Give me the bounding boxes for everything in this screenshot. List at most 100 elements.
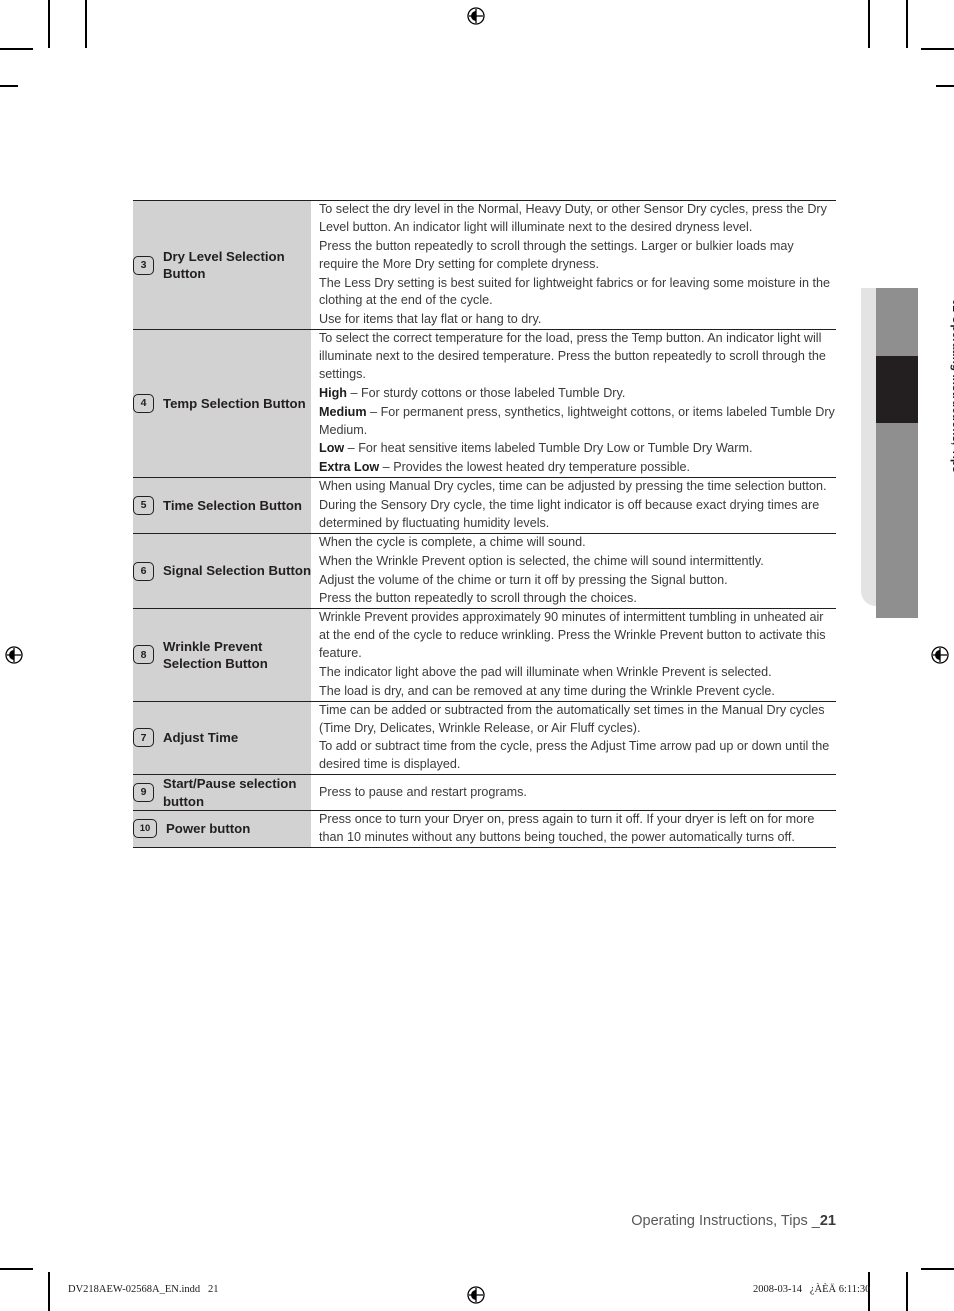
chapter-tab-active-marker xyxy=(876,356,918,423)
button-description-cell: Press once to turn your Dryer on, press … xyxy=(319,810,836,848)
callout-number-badge: 10 xyxy=(133,819,157,839)
callout-number-badge: 5 xyxy=(133,495,154,515)
table-row: 10 Power button Press once to turn your Dr… xyxy=(133,810,836,848)
column-gutter xyxy=(311,329,319,478)
description-paragraph: Low – For heat sensitive items labeled T… xyxy=(319,440,836,458)
button-label-cell: 8 Wrinkle Prevent Selection Button xyxy=(133,608,311,702)
button-label-cell: 7 Adjust Time xyxy=(133,701,311,775)
description-text: – Provides the lowest heated dry tempera… xyxy=(379,460,691,475)
description-lead-term: Low xyxy=(319,441,345,456)
registration-mark-right xyxy=(931,646,949,664)
page-footer: Operating Instructions, Tips _21 xyxy=(0,1213,836,1229)
button-name-label: Signal Selection Button xyxy=(163,563,311,579)
callout-number-badge: 8 xyxy=(133,645,154,665)
button-label-cell: 4 Temp Selection Button xyxy=(133,329,311,478)
table-row: 4 Temp Selection Button To select the corr… xyxy=(133,329,836,478)
crop-mark-top-right-v2 xyxy=(906,0,908,48)
table-row: 3 Dry Level Selection Button To select the… xyxy=(133,200,836,330)
description-text: – For permanent press, synthetics, light… xyxy=(319,404,835,437)
table-row: 9 Start/Pause selection button Press to pa… xyxy=(133,774,836,811)
button-name-label: Wrinkle Prevent Selection Button xyxy=(163,638,268,671)
button-name-label: Temp Selection Button xyxy=(163,395,306,411)
column-gutter xyxy=(311,810,319,848)
description-paragraph: Time can be added or subtracted from the… xyxy=(319,702,825,735)
button-label-inner: 3 Dry Level Selection Button xyxy=(133,248,311,283)
crop-mark-bottom-left-h xyxy=(0,1268,33,1270)
print-slug-filename: DV218AEW-02568A_EN.indd 21 xyxy=(68,1284,219,1295)
print-slug-timestamp: 2008-03-14 ¿ÀÈÄ 6:11:30 xyxy=(753,1284,871,1295)
crop-mark-bottom-right-h xyxy=(921,1268,954,1270)
column-gutter xyxy=(311,477,319,534)
description-paragraph: Press to pause and restart programs. xyxy=(319,784,527,799)
crop-mark-top-left-v1 xyxy=(48,0,50,48)
description-text: – For heat sensitive items labeled Tumbl… xyxy=(344,441,753,456)
crop-mark-top-right-h1 xyxy=(921,48,954,50)
button-label-cell: 5 Time Selection Button xyxy=(133,477,311,534)
description-paragraph: Press the button repeatedly to scroll th… xyxy=(319,591,637,606)
description-paragraph: To add or subtract time from the cycle, … xyxy=(319,739,830,772)
button-label-cell: 10 Power button xyxy=(133,810,311,848)
button-name-label: Start/Pause selection button xyxy=(163,776,297,809)
column-gutter xyxy=(311,774,319,811)
description-paragraph: When the Wrinkle Prevent option is selec… xyxy=(319,553,764,568)
crop-mark-top-right-h2 xyxy=(936,85,954,87)
table-row: 7 Adjust Time Time can be added or subtrac… xyxy=(133,701,836,775)
button-description-cell: Press to pause and restart programs. xyxy=(319,774,836,811)
table-row: 8 Wrinkle Prevent Selection Button Wrinkle… xyxy=(133,608,836,702)
callout-number-badge: 3 xyxy=(133,255,154,275)
description-paragraph: The indicator light above the pad will i… xyxy=(319,664,772,679)
chapter-tab-bar xyxy=(876,288,918,618)
column-gutter xyxy=(311,701,319,775)
description-paragraph: High – For sturdy cottons or those label… xyxy=(319,385,836,403)
registration-mark-top xyxy=(467,7,485,25)
button-label-cell: 6 Signal Selection Button xyxy=(133,533,311,609)
button-label-inner: 4 Temp Selection Button xyxy=(133,394,311,414)
registration-mark-bottom xyxy=(467,1286,485,1304)
description-paragraph: Use for items that lay flat or hang to d… xyxy=(319,312,542,327)
crop-mark-top-left-h1 xyxy=(0,48,33,50)
description-paragraph: To select the correct temperature for th… xyxy=(319,331,826,381)
description-paragraph: Extra Low – Provides the lowest heated d… xyxy=(319,459,836,477)
description-text: – For sturdy cottons or those labeled Tu… xyxy=(346,385,626,400)
description-paragraph: Adjust the volume of the chime or turn i… xyxy=(319,572,728,587)
crop-mark-top-left-h2 xyxy=(0,85,18,87)
button-label-inner: 7 Adjust Time xyxy=(133,728,311,748)
button-name-label: Time Selection Button xyxy=(163,497,302,513)
chapter-tab-label: 02 Operating Instructions, Tips xyxy=(950,299,954,473)
button-label-inner: 6 Signal Selection Button xyxy=(133,561,311,581)
description-paragraph: Press the button repeatedly to scroll th… xyxy=(319,238,794,271)
button-description-cell: Time can be added or subtracted from the… xyxy=(319,701,836,775)
page-footer-chapter: Operating Instructions, Tips _ xyxy=(631,1213,820,1229)
button-label-inner: 5 Time Selection Button xyxy=(133,495,311,515)
control-button-table-body: 3 Dry Level Selection Button To select the… xyxy=(133,200,836,848)
button-label-cell: 9 Start/Pause selection button xyxy=(133,774,311,811)
chapter-tab: 02 Operating Instructions, Tips xyxy=(861,288,954,618)
slug-divider-left xyxy=(48,1272,50,1311)
description-paragraph: The Less Dry setting is best suited for … xyxy=(319,275,830,308)
callout-number-badge: 9 xyxy=(133,783,154,803)
button-description-cell: When the cycle is complete, a chime will… xyxy=(319,533,836,609)
chapter-tab-background xyxy=(861,288,877,606)
button-description-cell: Wrinkle Prevent provides approximately 9… xyxy=(319,608,836,702)
button-name-label: Dry Level Selection Button xyxy=(163,248,285,282)
description-lead-term: Extra Low xyxy=(319,460,380,475)
description-paragraph: When using Manual Dry cycles, time can b… xyxy=(319,479,827,494)
button-label-inner: 10 Power button xyxy=(133,819,311,839)
description-paragraph: When the cycle is complete, a chime will… xyxy=(319,534,586,549)
description-paragraph: The load is dry, and can be removed at a… xyxy=(319,683,775,698)
control-button-reference-table: 3 Dry Level Selection Button To select the… xyxy=(133,200,836,848)
page-number: 21 xyxy=(819,1213,836,1229)
button-description-cell: To select the correct temperature for th… xyxy=(319,329,836,478)
button-name-label: Adjust Time xyxy=(163,730,239,746)
callout-number-badge: 7 xyxy=(133,728,154,748)
callout-number-badge: 6 xyxy=(133,561,154,581)
button-label-inner: 9 Start/Pause selection button xyxy=(133,775,311,810)
button-label-cell: 3 Dry Level Selection Button xyxy=(133,200,311,330)
crop-mark-top-left-v2 xyxy=(85,0,87,48)
button-description-cell: When using Manual Dry cycles, time can b… xyxy=(319,477,836,534)
column-gutter xyxy=(311,533,319,609)
column-gutter xyxy=(311,200,319,330)
column-gutter xyxy=(311,608,319,702)
description-paragraph: During the Sensory Dry cycle, the time l… xyxy=(319,498,820,530)
table-row: 6 Signal Selection Button When the cycle i… xyxy=(133,533,836,609)
